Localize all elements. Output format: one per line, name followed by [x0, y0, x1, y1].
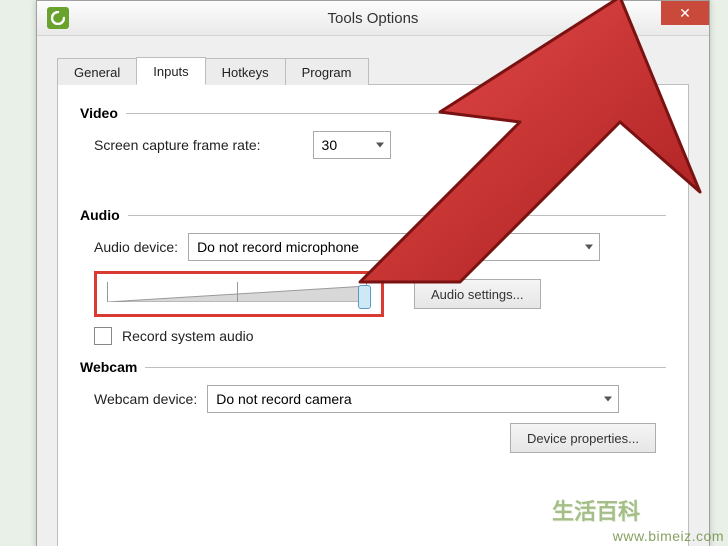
audio-group-header: Audio — [80, 207, 666, 223]
webcam-group-label: Webcam — [80, 359, 137, 375]
app-icon — [47, 7, 69, 29]
divider — [126, 113, 666, 114]
close-icon: ✕ — [679, 5, 691, 22]
webcam-properties-row: Device properties... — [94, 423, 656, 453]
divider — [128, 215, 666, 216]
webcam-device-row: Webcam device: Do not record camera — [94, 385, 666, 413]
tab-inputs[interactable]: Inputs — [136, 57, 205, 85]
inputs-panel: Video Screen capture frame rate: 30 Audi… — [57, 85, 689, 546]
video-group-label: Video — [80, 105, 118, 121]
tools-options-window: Tools Options ✕ General Inputs Hotkeys P… — [36, 0, 710, 546]
content-area: General Inputs Hotkeys Program Video Scr… — [37, 36, 709, 546]
window-title: Tools Options — [37, 10, 709, 27]
volume-slider-thumb[interactable] — [358, 285, 371, 309]
webcam-device-select[interactable]: Do not record camera — [207, 385, 619, 413]
audio-volume-row: Audio settings... — [94, 271, 666, 317]
audio-device-label: Audio device: — [94, 239, 178, 255]
audio-device-select[interactable]: Do not record microphone — [188, 233, 600, 261]
webcam-group-header: Webcam — [80, 359, 666, 375]
record-system-audio-checkbox[interactable] — [94, 327, 112, 345]
frame-rate-select[interactable]: 30 — [313, 131, 391, 159]
audio-device-row: Audio device: Do not record microphone — [94, 233, 666, 261]
frame-rate-row: Screen capture frame rate: 30 — [94, 131, 666, 159]
close-button[interactable]: ✕ — [661, 1, 709, 25]
watermark-cn: 生活百科 — [552, 494, 640, 526]
volume-slider-highlight — [94, 271, 384, 317]
audio-group-label: Audio — [80, 207, 120, 223]
chevron-down-icon — [585, 245, 593, 250]
titlebar: Tools Options ✕ — [37, 1, 709, 36]
video-group-header: Video — [80, 105, 666, 121]
audio-device-value: Do not record microphone — [197, 239, 359, 255]
tabstrip: General Inputs Hotkeys Program — [57, 54, 689, 85]
tab-program[interactable]: Program — [285, 58, 369, 85]
record-system-audio-row: Record system audio — [94, 327, 666, 345]
tab-hotkeys[interactable]: Hotkeys — [205, 58, 286, 85]
webcam-device-label: Webcam device: — [94, 391, 197, 407]
chevron-down-icon — [604, 397, 612, 402]
frame-rate-label: Screen capture frame rate: — [94, 137, 261, 153]
volume-slider[interactable] — [107, 280, 367, 308]
tab-general[interactable]: General — [57, 58, 137, 85]
webcam-device-value: Do not record camera — [216, 391, 351, 407]
device-properties-button[interactable]: Device properties... — [510, 423, 656, 453]
audio-settings-button[interactable]: Audio settings... — [414, 279, 541, 309]
record-system-audio-label: Record system audio — [122, 328, 254, 344]
divider — [145, 367, 666, 368]
chevron-down-icon — [376, 143, 384, 148]
frame-rate-value: 30 — [322, 137, 338, 153]
watermark-url: www.bimeiz.com — [613, 528, 724, 544]
